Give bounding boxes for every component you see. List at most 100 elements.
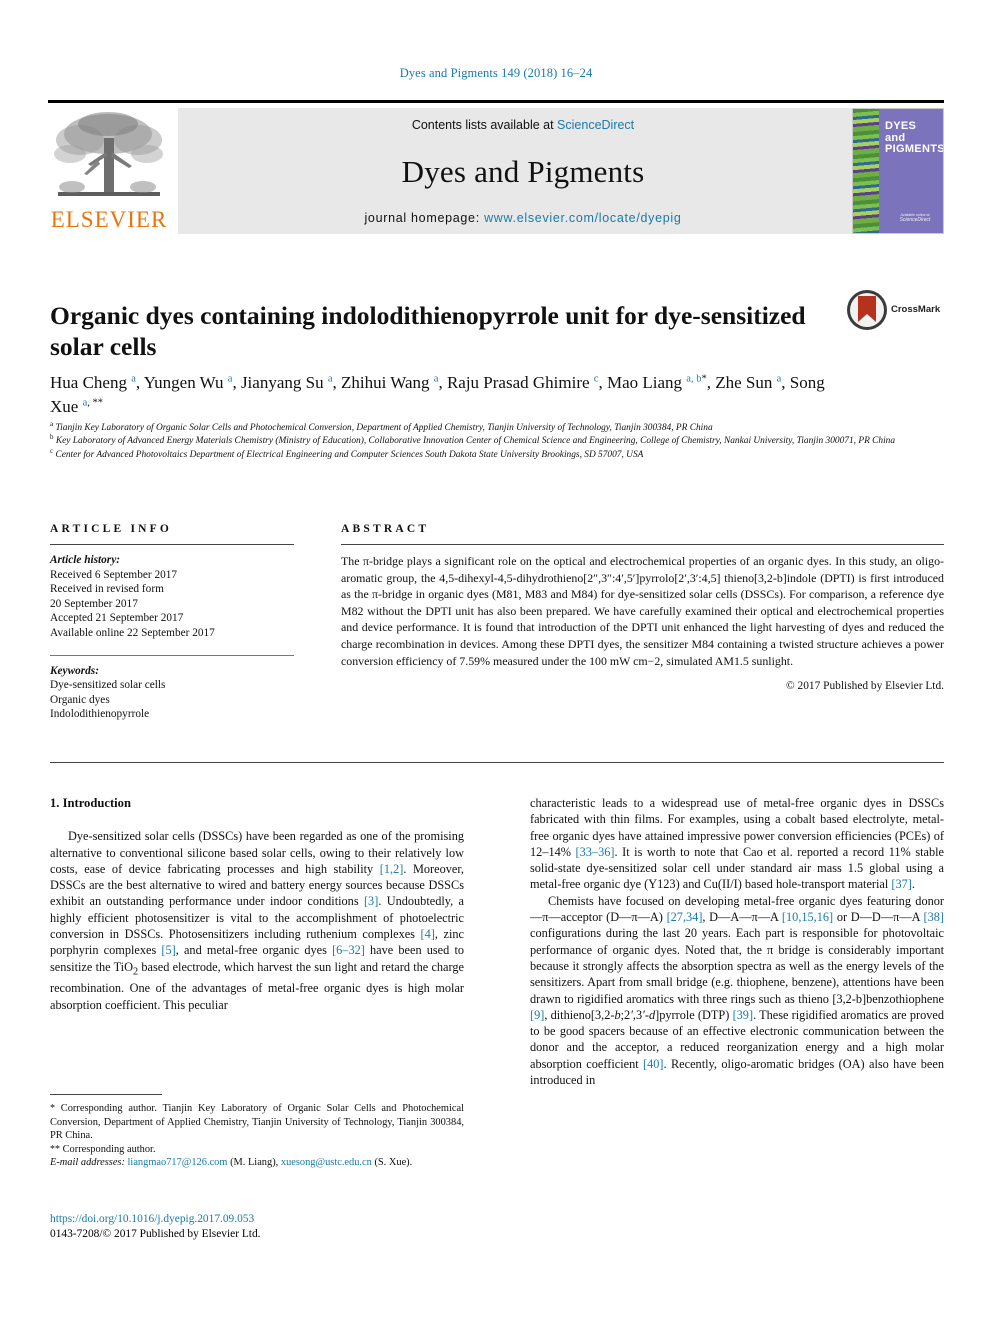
contents-band: Contents lists available at ScienceDirec… xyxy=(178,108,868,234)
crossmark-icon xyxy=(847,290,887,330)
contents-prefix: Contents lists available at xyxy=(411,118,558,132)
citation-ref[interactable]: [27,34] xyxy=(667,910,703,924)
body-paragraph: Dye-sensitized solar cells (DSSCs) have … xyxy=(50,829,465,1012)
author-affil-mark[interactable]: a xyxy=(434,373,439,385)
body-column-right: characteristic leads to a widespread use… xyxy=(530,795,944,1088)
abstract-copyright: © 2017 Published by Elsevier Ltd. xyxy=(786,680,944,693)
page-title: Organic dyes containing indolodithienopy… xyxy=(50,301,806,362)
footnote-text: Corresponding author. Tianjin Key Labora… xyxy=(50,1103,464,1142)
abstract-section: ABSTRACT The π-bridge plays a significan… xyxy=(341,523,944,692)
journal-header-band: ELSEVIER Contents lists available at Sci… xyxy=(48,100,944,236)
section-heading-introduction: 1. Introduction xyxy=(50,796,131,810)
author-affil-mark[interactable]: a, b xyxy=(686,373,701,385)
affiliation-text: Key Laboratory of Advanced Energy Materi… xyxy=(55,436,896,447)
contents-available-line: Contents lists available at ScienceDirec… xyxy=(412,118,634,132)
sciencedirect-link[interactable]: ScienceDirect xyxy=(557,118,634,132)
cover-art-strip xyxy=(853,109,879,233)
elsevier-wordmark: ELSEVIER xyxy=(50,207,168,232)
citation-ref[interactable]: [40] xyxy=(643,1057,664,1071)
keyword-item: Dye-sensitized solar cells xyxy=(50,679,166,692)
history-item: Received 6 September 2017 xyxy=(50,568,178,581)
author-item: Hua Cheng a, xyxy=(50,373,141,392)
author-item: Zhe Sun a, xyxy=(715,373,786,392)
citation-ref[interactable]: [33–36] xyxy=(576,845,615,859)
citation-ref[interactable]: [38] xyxy=(924,910,945,924)
abstract-heading: ABSTRACT xyxy=(341,523,430,535)
author-item: Raju Prasad Ghimire c, xyxy=(446,373,603,392)
crossmark-badge[interactable]: CrossMark xyxy=(846,289,944,333)
email-link-2[interactable]: xuesong@ustc.edu.cn xyxy=(281,1157,372,1168)
citation-ref[interactable]: [9] xyxy=(530,1008,544,1022)
footnote-corresponding-1: * Corresponding author. Tianjin Key Labo… xyxy=(50,1102,464,1143)
cover-title-text: DYES and PIGMENTS xyxy=(885,120,944,155)
article-info-section: ARTICLE INFO Article history: Received 6… xyxy=(50,523,294,722)
affiliation-text: Tianjin Key Laboratory of Organic Solar … xyxy=(55,423,713,433)
elsevier-tree-icon xyxy=(54,112,163,196)
author-affil-mark[interactable]: a xyxy=(228,373,233,385)
corresponding-mark[interactable]: * xyxy=(701,373,706,385)
author-item: Mao Liang a, b*, xyxy=(606,373,711,392)
cover-footer-mark: Available online at ScienceDirect xyxy=(891,213,939,223)
corresponding-mark[interactable]: , ** xyxy=(87,397,103,409)
homepage-prefix: journal homepage: xyxy=(364,211,485,225)
affiliation-item: b Key Laboratory of Advanced Energy Mate… xyxy=(50,433,910,448)
abstract-rule xyxy=(341,544,944,545)
history-item: 20 September 2017 xyxy=(50,597,138,610)
footnote-corresponding-2: ** Corresponding author. xyxy=(50,1143,464,1157)
citation-ref[interactable]: [37] xyxy=(891,877,912,891)
footnote-text: Corresponding author. xyxy=(62,1143,156,1155)
journal-cover-thumbnail[interactable]: DYES and PIGMENTS Available online at Scie… xyxy=(852,108,944,234)
email-label: E-mail addresses: xyxy=(50,1157,125,1169)
author-affil-mark[interactable]: a xyxy=(131,373,136,385)
citation-ref[interactable]: [5] xyxy=(161,943,175,957)
article-history-group: Article history: Received 6 September 20… xyxy=(50,553,294,641)
article-info-heading: ARTICLE INFO xyxy=(50,523,173,535)
email-owner-1: (M. Liang), xyxy=(230,1157,279,1169)
affiliation-label: c xyxy=(50,446,54,455)
abstract-text: The π-bridge plays a significant role on… xyxy=(341,554,944,668)
citation-ref[interactable]: [39] xyxy=(733,1008,754,1022)
email-link-1[interactable]: liangmao717@126.com xyxy=(128,1157,228,1168)
elsevier-logo[interactable]: ELSEVIER xyxy=(48,108,170,234)
history-item: Received in revised form xyxy=(50,583,164,596)
keywords-rule xyxy=(50,654,294,656)
doi-link[interactable]: https://doi.org/10.1016/j.dyepig.2017.09… xyxy=(50,1212,470,1227)
citation-ref[interactable]: [4] xyxy=(421,927,435,941)
citation-ref[interactable]: [6–32] xyxy=(332,943,365,957)
footer-doi-block: https://doi.org/10.1016/j.dyepig.2017.09… xyxy=(50,1212,470,1242)
keywords-label: Keywords: xyxy=(50,664,99,677)
history-item: Available online 22 September 2017 xyxy=(50,626,215,639)
author-affil-mark[interactable]: a xyxy=(777,373,782,385)
footnote-mark: ** xyxy=(50,1143,60,1155)
author-item: Jianyang Su a, xyxy=(240,373,337,392)
homepage-url-link[interactable]: www.elsevier.com/locate/dyepig xyxy=(484,211,681,225)
citation-ref[interactable]: [1,2] xyxy=(380,862,404,876)
keyword-item: Indolodithienopyrrole xyxy=(50,708,150,721)
affiliation-item: c Center for Advanced Photovoltaics Depa… xyxy=(50,446,910,462)
email-owner-2: (S. Xue). xyxy=(374,1157,413,1169)
journal-title: Dyes and Pigments xyxy=(401,153,645,189)
citation-ref[interactable]: [10,15,16] xyxy=(782,910,833,924)
author-item: Zhihui Wang a, xyxy=(341,373,443,392)
author-item: Yungen Wu a, xyxy=(143,373,237,392)
affiliation-label: b xyxy=(50,433,54,442)
body-paragraph: characteristic leads to a widespread use… xyxy=(530,796,945,892)
keywords-group: Keywords: Dye-sensitized solar cells Org… xyxy=(50,664,294,722)
journal-article-page: Dyes and Pigments 149 (2018) 16–24 ELSEV… xyxy=(0,0,992,1323)
article-info-rule xyxy=(50,544,294,545)
author-affil-mark[interactable]: c xyxy=(594,373,599,385)
author-affil-mark[interactable]: a xyxy=(328,373,333,385)
journal-homepage-line: journal homepage: www.elsevier.com/locat… xyxy=(364,211,681,225)
running-head: Dyes and Pigments 149 (2018) 16–24 xyxy=(399,66,593,80)
header-top-rule xyxy=(48,100,944,103)
cover-footer-brand: ScienceDirect xyxy=(899,217,931,223)
affiliation-item: a Tianjin Key Laboratory of Organic Sola… xyxy=(50,419,910,435)
abstract-bottom-rule xyxy=(50,762,944,763)
footnotes-block: * Corresponding author. Tianjin Key Labo… xyxy=(50,1094,464,1170)
keyword-item: Organic dyes xyxy=(50,693,110,706)
affiliation-label: a xyxy=(50,419,54,428)
body-column-left: 1. Introduction Dye-sensitized solar cel… xyxy=(50,795,464,1013)
footnote-mark: * xyxy=(50,1103,55,1114)
citation-ref[interactable]: [3] xyxy=(364,894,378,908)
